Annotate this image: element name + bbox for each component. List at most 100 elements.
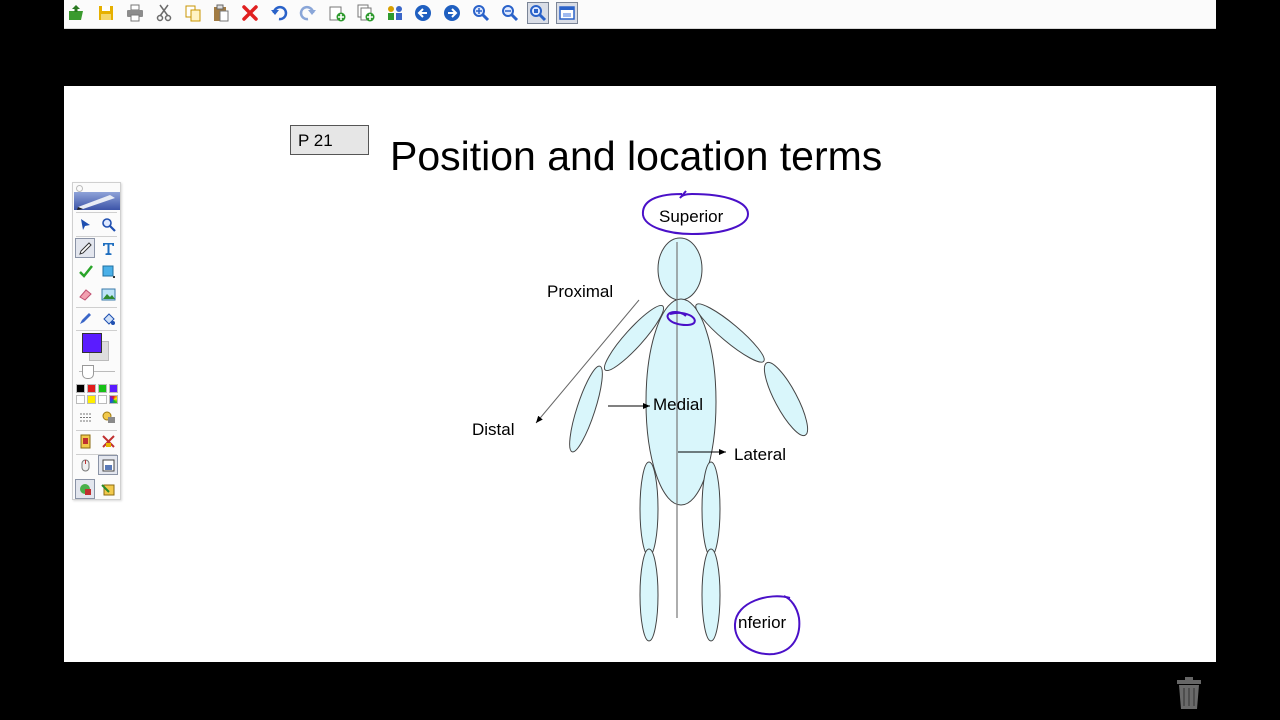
redo-icon [299, 5, 316, 21]
print-icon [127, 4, 143, 22]
select-tool[interactable] [75, 214, 95, 234]
save-icon [99, 6, 113, 20]
pen-color-tool[interactable] [75, 308, 95, 328]
zoom-in-button[interactable] [470, 2, 492, 24]
resources-tool[interactable] [75, 479, 95, 499]
current-color-swatch[interactable] [82, 333, 102, 353]
undo-icon [271, 5, 288, 21]
new-page-button[interactable] [326, 2, 348, 24]
thickness-slider-thumb[interactable] [82, 365, 94, 379]
print-button[interactable] [124, 2, 146, 24]
color-swatch-yellow[interactable] [87, 395, 96, 404]
pencil-icon [78, 241, 92, 255]
image-icon [101, 288, 115, 300]
zoom-fit-button[interactable] [527, 2, 549, 24]
transparency-icon [102, 411, 115, 423]
previous-page-icon [415, 5, 431, 21]
copy-icon [185, 5, 201, 22]
previous-page-button[interactable] [412, 2, 434, 24]
trash-can-button[interactable] [1174, 676, 1204, 710]
open-button[interactable] [65, 2, 87, 24]
image-tool[interactable] [98, 284, 118, 304]
paste-icon [214, 4, 229, 22]
color-swatch-black[interactable] [76, 384, 85, 393]
slide-canvas[interactable]: P 21 Position and location terms Superio… [64, 86, 1216, 662]
text-tool[interactable] [98, 238, 118, 258]
color-swatch-more[interactable] [109, 395, 118, 404]
label-medial: Medial [653, 395, 704, 414]
top-toolbar [64, 0, 1216, 29]
zoom-fit-icon [530, 5, 547, 22]
transparency-tool[interactable] [98, 407, 118, 427]
color-swatch-red[interactable] [87, 384, 96, 393]
next-page-icon [444, 5, 460, 21]
delete-button[interactable] [239, 2, 261, 24]
zoom-in-icon [473, 5, 490, 22]
duplicate-page-icon [357, 4, 375, 22]
label-proximal: Proximal [547, 282, 614, 301]
save-button[interactable] [95, 2, 117, 24]
mouse-mode-tool[interactable] [75, 455, 95, 475]
next-page-button[interactable] [441, 2, 463, 24]
zoom-out-icon [502, 5, 519, 22]
palette-grip[interactable] [76, 185, 83, 192]
magnifier-icon [101, 217, 116, 232]
fill-bucket-icon [102, 312, 115, 325]
label-superior: Superior [659, 207, 724, 226]
color-swatch-purple[interactable] [109, 384, 118, 393]
eraser-tool[interactable] [75, 284, 95, 304]
label-lateral: Lateral [734, 445, 786, 464]
pen-tool[interactable] [75, 238, 95, 258]
checkmark-icon [78, 264, 93, 278]
attachments-button[interactable] [384, 2, 406, 24]
eraser-icon [78, 288, 92, 301]
screen-capture-icon [102, 459, 114, 471]
select-arrow-icon [80, 218, 90, 230]
zoom-tool[interactable] [98, 214, 118, 234]
page-template-tool[interactable] [75, 431, 95, 451]
page-template-icon [80, 434, 90, 448]
color-swatch-white[interactable] [76, 395, 85, 404]
head [657, 237, 703, 301]
copy-button[interactable] [182, 2, 204, 24]
resources-icon [79, 483, 91, 495]
palette-separator [76, 236, 117, 237]
right-forearm [763, 361, 809, 437]
highlighter-tool[interactable] [75, 261, 95, 281]
left-shin [639, 548, 659, 642]
undo-button[interactable] [268, 2, 290, 24]
screen-capture-tool[interactable] [98, 455, 118, 475]
fill-tool[interactable] [98, 308, 118, 328]
tool-palette [72, 182, 121, 500]
color-swatch-white-2[interactable] [98, 395, 107, 404]
attachments-icon [388, 6, 402, 20]
clear-tool[interactable] [98, 431, 118, 451]
redo-button[interactable] [297, 2, 319, 24]
trash-can-icon [1177, 677, 1201, 709]
right-shin [701, 548, 721, 642]
rectangle-shape-icon [102, 265, 115, 278]
line-style-icon [79, 413, 91, 421]
right-thigh [701, 461, 721, 557]
color-swatch-green[interactable] [98, 384, 107, 393]
left-thigh [639, 461, 659, 557]
new-page-icon [329, 6, 346, 22]
line-style-tool[interactable] [75, 407, 95, 427]
pen-preview [74, 192, 120, 210]
left-forearm [569, 365, 603, 453]
mouse-icon [81, 459, 89, 471]
import-tool[interactable] [98, 479, 118, 499]
label-inferior: nferior [738, 613, 787, 632]
full-screen-icon [559, 6, 575, 20]
delete-icon [242, 5, 258, 21]
shape-tool[interactable] [98, 261, 118, 281]
label-distal: Distal [472, 420, 515, 439]
cut-icon [156, 4, 172, 22]
zoom-out-button[interactable] [499, 2, 521, 24]
pen-color-icon [79, 312, 91, 324]
paste-button[interactable] [210, 2, 232, 24]
cut-button[interactable] [153, 2, 175, 24]
palette-separator [76, 330, 117, 331]
duplicate-page-button[interactable] [355, 2, 377, 24]
full-screen-button[interactable] [556, 2, 578, 24]
